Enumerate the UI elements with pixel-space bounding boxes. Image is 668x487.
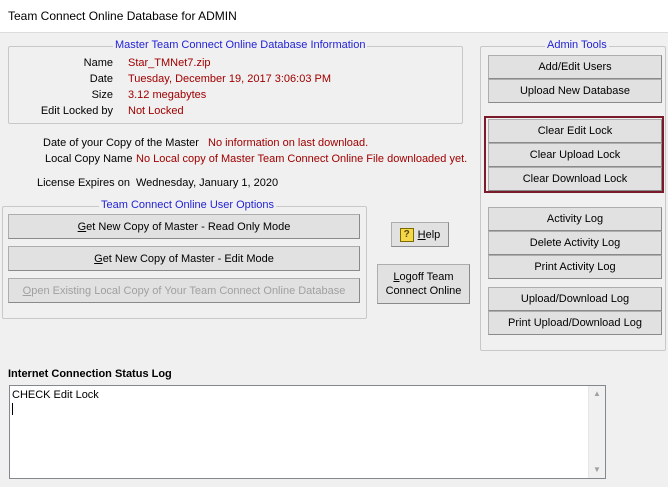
edit-locked-value: Not Locked xyxy=(128,105,184,117)
open-local-label: pen Existing Local Copy of Your Team Con… xyxy=(31,284,346,297)
title-bar: Team Connect Online Database for ADMIN xyxy=(0,0,668,33)
status-log-content: CHECK Edit Lock xyxy=(12,389,99,401)
logoff-label: ogoff Team xyxy=(399,271,454,283)
open-local-hotkey: O xyxy=(22,284,32,297)
help-hotkey: H xyxy=(417,228,426,241)
admin-tools-legend: Admin Tools xyxy=(545,39,609,51)
activity-log-button[interactable]: Activity Log xyxy=(488,207,662,231)
read-only-label: et New Copy of Master - Read Only Mode xyxy=(86,220,291,233)
print-activity-log-button[interactable]: Print Activity Log xyxy=(488,255,662,279)
help-label: elp xyxy=(425,228,441,241)
get-edit-copy-button[interactable]: Get New Copy of Master - Edit Mode xyxy=(8,246,360,271)
status-log-title: Internet Connection Status Log xyxy=(8,368,172,380)
clear-download-lock-button[interactable]: Clear Download Lock xyxy=(488,167,662,191)
copy-date-value: No information on last download. xyxy=(208,137,369,149)
size-label: Size xyxy=(91,89,113,101)
date-label: Date xyxy=(89,73,113,85)
user-options-legend: Team Connect Online User Options xyxy=(99,199,277,211)
license-label: License Expires on xyxy=(37,177,130,189)
help-button[interactable]: ? Help xyxy=(391,222,449,247)
status-log-textarea[interactable]: CHECK Edit Lock ▲ ▼ xyxy=(9,385,606,479)
get-read-only-copy-button[interactable]: Get New Copy of Master - Read Only Mode xyxy=(8,214,360,239)
text-cursor xyxy=(12,403,13,415)
name-label: Name xyxy=(83,57,113,69)
scroll-up-icon[interactable]: ▲ xyxy=(589,386,605,402)
scroll-down-icon[interactable]: ▼ xyxy=(589,462,605,478)
license-value: Wednesday, January 1, 2020 xyxy=(136,177,279,189)
logoff-line1: Logoff Team xyxy=(393,270,453,284)
name-value: Star_TMNet7.zip xyxy=(128,57,211,69)
size-value: 3.12 megabytes xyxy=(128,89,207,101)
status-log-scrollbar[interactable]: ▲ ▼ xyxy=(588,386,605,478)
upload-download-log-button[interactable]: Upload/Download Log xyxy=(488,287,662,311)
clear-edit-lock-button[interactable]: Clear Edit Lock xyxy=(488,119,662,143)
copy-date-label: Date of your Copy of the Master xyxy=(43,137,199,149)
local-copy-label: Local Copy Name xyxy=(45,153,133,165)
master-info-legend: Master Team Connect Online Database Info… xyxy=(113,39,368,51)
edit-locked-label: Edit Locked by xyxy=(40,105,113,117)
local-copy-value: No Local copy of Master Team Connect Onl… xyxy=(136,153,468,165)
clear-upload-lock-button[interactable]: Clear Upload Lock xyxy=(488,143,662,167)
upload-new-database-button[interactable]: Upload New Database xyxy=(488,79,662,103)
read-only-hotkey: G xyxy=(77,220,87,233)
edit-mode-hotkey: G xyxy=(94,252,103,265)
edit-mode-label: et New Copy of Master - Edit Mode xyxy=(102,252,274,265)
logoff-line2: Connect Online xyxy=(385,285,462,297)
help-icon: ? xyxy=(399,227,414,242)
add-edit-users-button[interactable]: Add/Edit Users xyxy=(488,55,662,79)
logoff-button[interactable]: Logoff Team Connect Online xyxy=(377,264,470,304)
open-local-copy-button[interactable]: Open Existing Local Copy of Your Team Co… xyxy=(8,278,360,303)
date-value: Tuesday, December 19, 2017 3:06:03 PM xyxy=(128,73,332,85)
delete-activity-log-button[interactable]: Delete Activity Log xyxy=(488,231,662,255)
print-upload-download-log-button[interactable]: Print Upload/Download Log xyxy=(488,311,662,335)
window-title: Team Connect Online Database for ADMIN xyxy=(8,9,237,23)
